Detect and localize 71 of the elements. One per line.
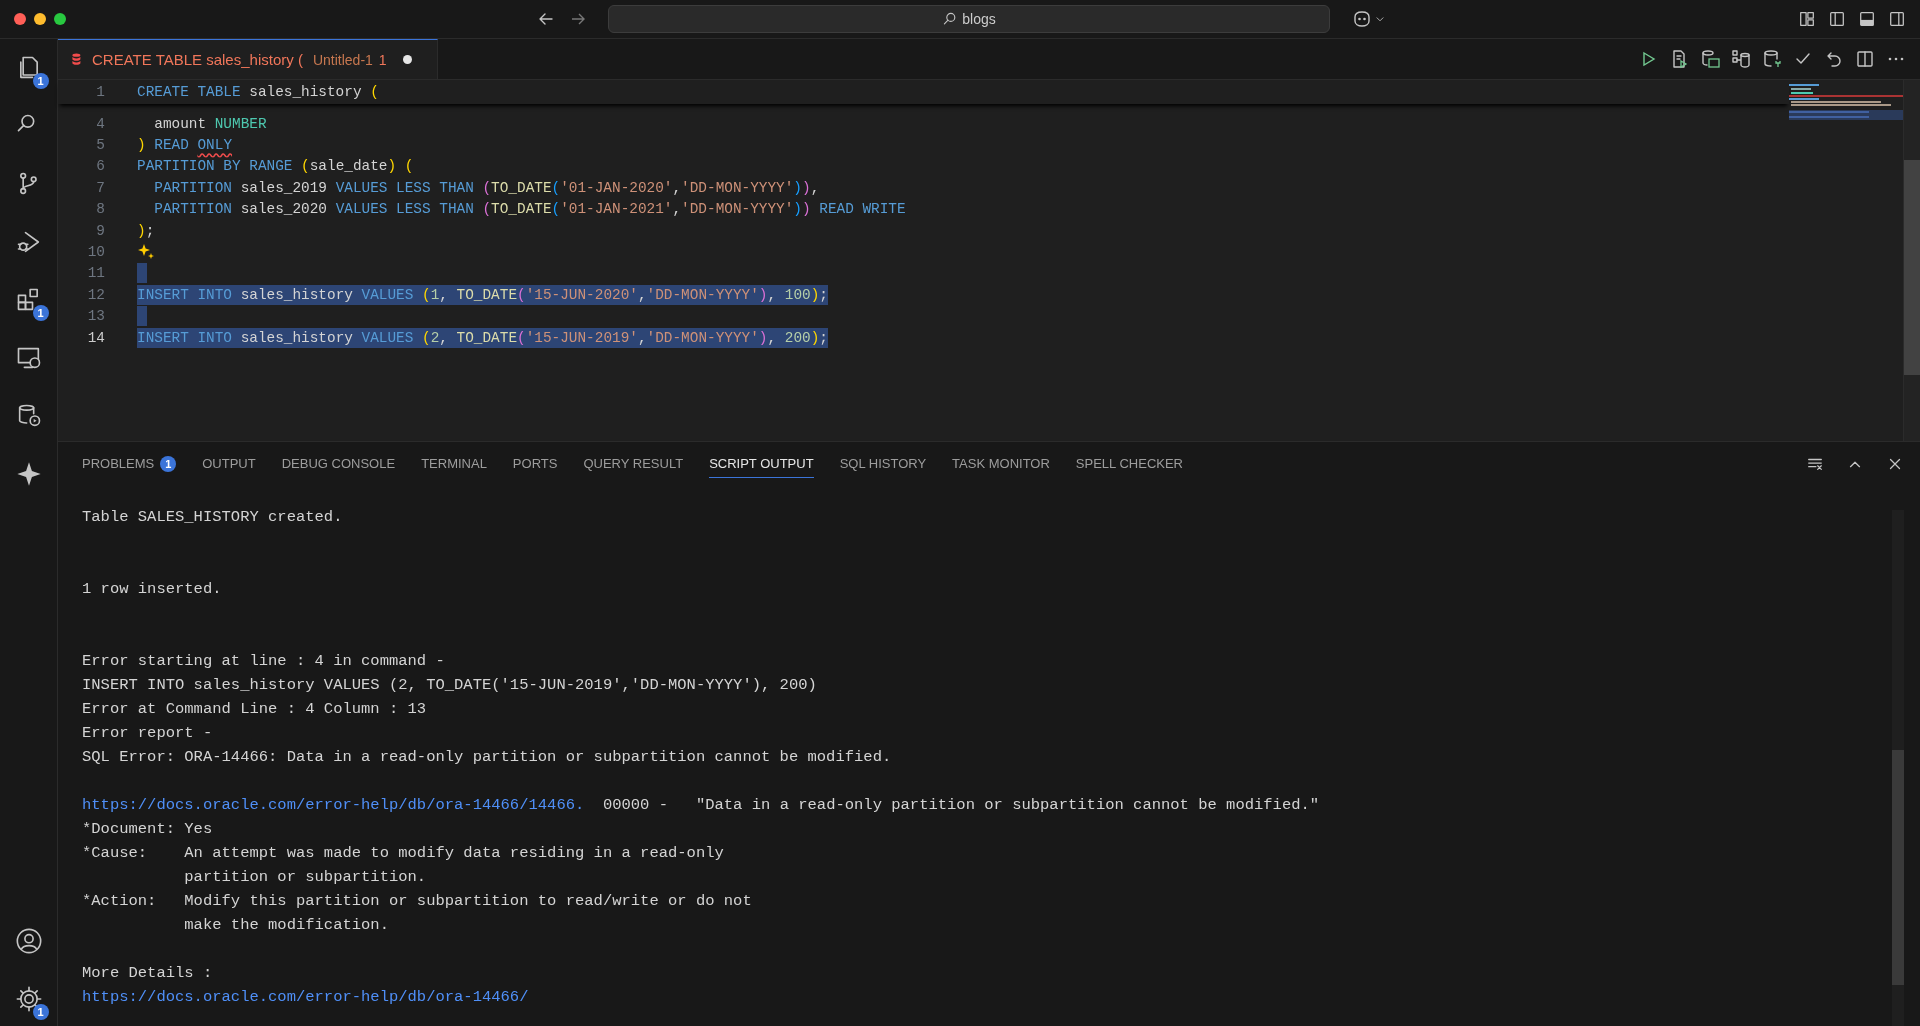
code-line: PARTITION BY RANGE (sale_date) ( (137, 157, 414, 177)
panel-tab[interactable]: PROBLEMS 1 (82, 450, 177, 478)
panel-toggle-icon[interactable] (1858, 10, 1876, 28)
code-line: amount NUMBER (153, 114, 267, 134)
count-badge: 1 (160, 455, 177, 472)
layout-icon[interactable] (1798, 10, 1816, 28)
secondary-sidebar-icon[interactable] (1888, 10, 1906, 28)
link[interactable]: https://docs.oracle.com/error-help/db/ora-14466/14466. (82, 796, 585, 814)
output-text: SQL Error: ORA-14466: Data in a read-only partition or subpartition cannot be modified. (82, 748, 892, 766)
count-badge: 1 (32, 305, 49, 321)
line-number: 7 (95, 179, 105, 196)
panel-tab[interactable]: SCRIPT OUTPUT (709, 450, 814, 478)
output-text: *Cause: An attempt was made to modify data residing in a read-only (82, 844, 724, 862)
output-text: make the modification. (183, 916, 389, 934)
robot-icon[interactable] (1352, 9, 1372, 29)
tab-file-name: Untitled-1 (312, 51, 373, 68)
panel-tab[interactable]: SPELL CHECKER (1075, 450, 1183, 478)
line-number: 11 (86, 265, 105, 282)
code-line: CREATE TABLE sales_history ( (137, 83, 379, 102)
line-number: 5 (95, 137, 105, 154)
error-squiggle-word: ONLY (197, 137, 232, 154)
panel-tab[interactable]: DEBUG CONSOLE (281, 450, 396, 478)
output-text: INSERT INTO sales_history VALUES (2, TO_DATE('15-JUN-2019','DD-MON-YYYY'), 200) (82, 676, 817, 694)
line-number: 4 (95, 115, 105, 132)
line-number: 9 (95, 222, 105, 239)
panel-tab[interactable]: QUERY RESULT (583, 450, 684, 478)
count-badge: 1 (32, 1004, 49, 1020)
scrollbar-thumb[interactable] (1892, 750, 1904, 985)
close-window-button[interactable] (14, 13, 26, 25)
panel-tab[interactable]: PORTS (512, 450, 558, 478)
output-text: 1 row inserted. (82, 580, 222, 598)
panel-tab[interactable]: TERMINAL (421, 450, 487, 478)
unsaved-dot-icon[interactable] (402, 55, 412, 64)
output-text: *Document: Yes (82, 820, 213, 838)
panel-tab[interactable]: OUTPUT (202, 450, 256, 478)
output-text: Error starting at line : 4 in command - (82, 652, 445, 670)
problem-count: 1 (378, 51, 387, 68)
search-field[interactable]: blogs (608, 5, 1330, 33)
panel-tab[interactable]: SQL HISTORY (839, 450, 927, 478)
count-badge: 1 (32, 73, 49, 89)
line-number: 8 (95, 201, 105, 218)
line-number: 1 (95, 84, 105, 100)
output-text: More Details : (82, 964, 213, 982)
sidebar-toggle-icon[interactable] (1828, 10, 1846, 28)
code-line: ) READ ONLY (137, 136, 232, 156)
code-line: PARTITION sales_2019 VALUES LESS THAN (TO_DATE('01-JAN-2020','DD-MON-YYYY')), (153, 178, 820, 198)
line-number: 12 (86, 286, 105, 303)
account-icon[interactable] (14, 927, 43, 955)
scrollbar-thumb[interactable] (1904, 160, 1920, 375)
line-number: 14 (86, 329, 105, 346)
line-number: 6 (95, 158, 105, 175)
output-text: Error report - (82, 724, 213, 742)
database-tree-icon[interactable] (1731, 49, 1751, 69)
split-editor-icon[interactable] (1855, 49, 1875, 69)
tab-title: CREATE TABLE sales_history ( (92, 51, 303, 68)
output-text: *Action: Modify this partition or subpartition to read/write or do not (82, 892, 752, 910)
link[interactable]: https://docs.oracle.com/error-help/db/ora-14466/ (82, 988, 529, 1006)
database-plug-icon[interactable] (1762, 49, 1782, 69)
output-text: partition or subpartition. (183, 868, 427, 886)
database-terminal-icon[interactable] (1700, 49, 1720, 69)
line-number: 13 (86, 308, 105, 325)
output-text: Table SALES_HISTORY created. (82, 508, 343, 526)
output-text: Error at Command Line : 4 Column : 13 (82, 700, 427, 718)
editor-tab[interactable]: CREATE TABLE sales_history ( Untitled-1 1 (58, 39, 438, 79)
code-line: PARTITION sales_2020 VALUES LESS THAN (TO_DATE('01-JAN-2021','DD-MON-YYYY')) READ WRITE (153, 200, 906, 220)
code-line: ); (137, 221, 155, 241)
panel-tab[interactable]: TASK MONITOR (952, 450, 1050, 478)
minimize-window-button[interactable] (34, 13, 46, 25)
line-number: 10 (86, 244, 105, 261)
output-text: 00000 - "Data in a read-only partition or subpartition cannot be modified." (601, 796, 1320, 814)
zoom-window-button[interactable] (54, 13, 66, 25)
